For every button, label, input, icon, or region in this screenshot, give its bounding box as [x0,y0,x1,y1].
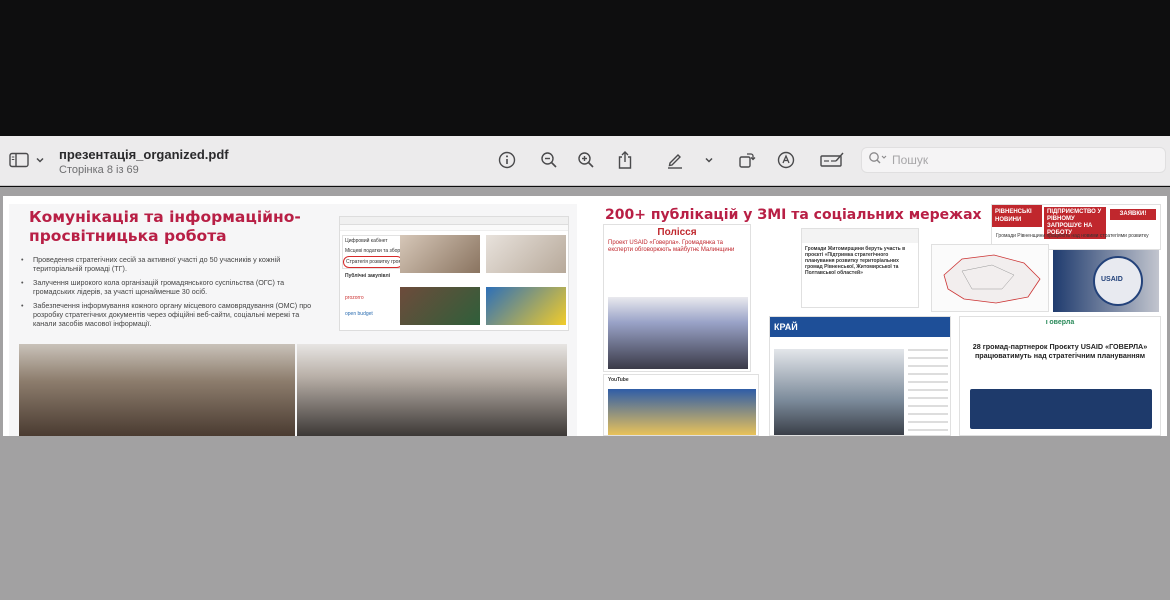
menu-item: Цифровий кабінет [345,238,388,244]
menu-item: Місцеві податки та збори [345,248,403,254]
goverla-site-clip: Говерла 28 громад-партнерок Проєкту USAI… [959,316,1161,436]
slide-title-line1: Комунікація та інформаційно- [29,208,301,226]
zhytomyr-clip: Громади Житомирщини беруть участь в проє… [801,228,919,308]
session-photo-2 [297,344,567,436]
menu-item-highlighted: Стратегія розвитку громади [343,256,403,268]
youtube-clip: YouTube [603,374,759,436]
bullet-3: Забезпечення інформування кожного органу… [21,301,323,328]
info-icon[interactable] [496,147,518,173]
page-indicator: Сторінка 8 із 69 [59,164,139,176]
markup-chevron-icon[interactable] [702,147,716,173]
form-fill-icon[interactable] [818,147,846,173]
website-menu: Цифровий кабінет Місцеві податки та збор… [342,235,404,269]
window-background [0,0,1170,136]
usaid-seal-text: USAID [1101,276,1123,283]
usaid-seal-clip: USAID [1053,250,1159,312]
chevron-down-icon[interactable] [33,147,47,173]
youtube-logo: YouTube [608,377,629,383]
polissia-logo: Полісся [657,227,697,238]
side-item: Публічні закупівлі [345,273,391,279]
polissia-headline: Проект USAID «Говерла». Громадянка та ек… [608,240,735,253]
slide-right-title: 200+ публікацій у ЗМІ та соціальних мере… [605,207,982,223]
zoom-in-icon[interactable] [575,147,597,173]
zoom-out-icon[interactable] [538,147,560,173]
zhytomyr-headline: Громади Житомирщини беруть участь в проє… [805,246,906,276]
rivne-badge: ЗАЯВКИ! [1110,209,1156,220]
rivne-headline: Громади Рівненщини працюють над новими с… [996,233,1149,239]
website-screenshot: Цифровий кабінет Місцеві податки та збор… [339,216,569,331]
prozorro-logo: prozorro [345,295,364,301]
screen: презентація_organized.pdf Сторінка 8 із … [0,0,1170,600]
rotate-icon[interactable] [736,147,758,173]
search-input[interactable] [892,153,1152,167]
open-budget-logo: open budget [345,311,373,317]
session-photo-1 [19,344,295,436]
polissia-clip: Полісся Проект USAID «Говерла». Громадян… [603,224,751,372]
rivne-logo: РІВНЕНСЬКІ НОВИНИ [992,205,1042,227]
bullet-2: Залучення широкого кола організацій гром… [21,278,323,296]
search-field[interactable] [861,147,1166,173]
goverla-headline: 28 громад-партнерок Проєкту USAID «ГОВЕР… [972,342,1148,360]
krai-logo: КРАЙ [770,317,950,337]
markup-pen-icon[interactable] [664,147,686,173]
annotate-icon[interactable] [775,147,797,173]
slide-left: Комунікація та інформаційно- просвітниць… [9,204,577,436]
share-icon[interactable] [614,147,636,173]
map-clip [931,244,1049,312]
search-icon [868,151,888,170]
slide-right: 200+ публікацій у ЗМІ та соціальних мере… [595,204,1163,436]
slide-title-line2: просвітницька робота [29,227,227,245]
preview-toolbar: презентація_organized.pdf Сторінка 8 із … [0,136,1170,186]
krai-clip: КРАЙ [769,316,951,436]
document-title: презентація_organized.pdf [59,147,229,162]
pdf-page: Комунікація та інформаційно- просвітниць… [3,196,1167,436]
sidebar-icon[interactable] [8,147,30,173]
bullet-1: Проведення стратегічних сесій за активно… [21,255,323,273]
